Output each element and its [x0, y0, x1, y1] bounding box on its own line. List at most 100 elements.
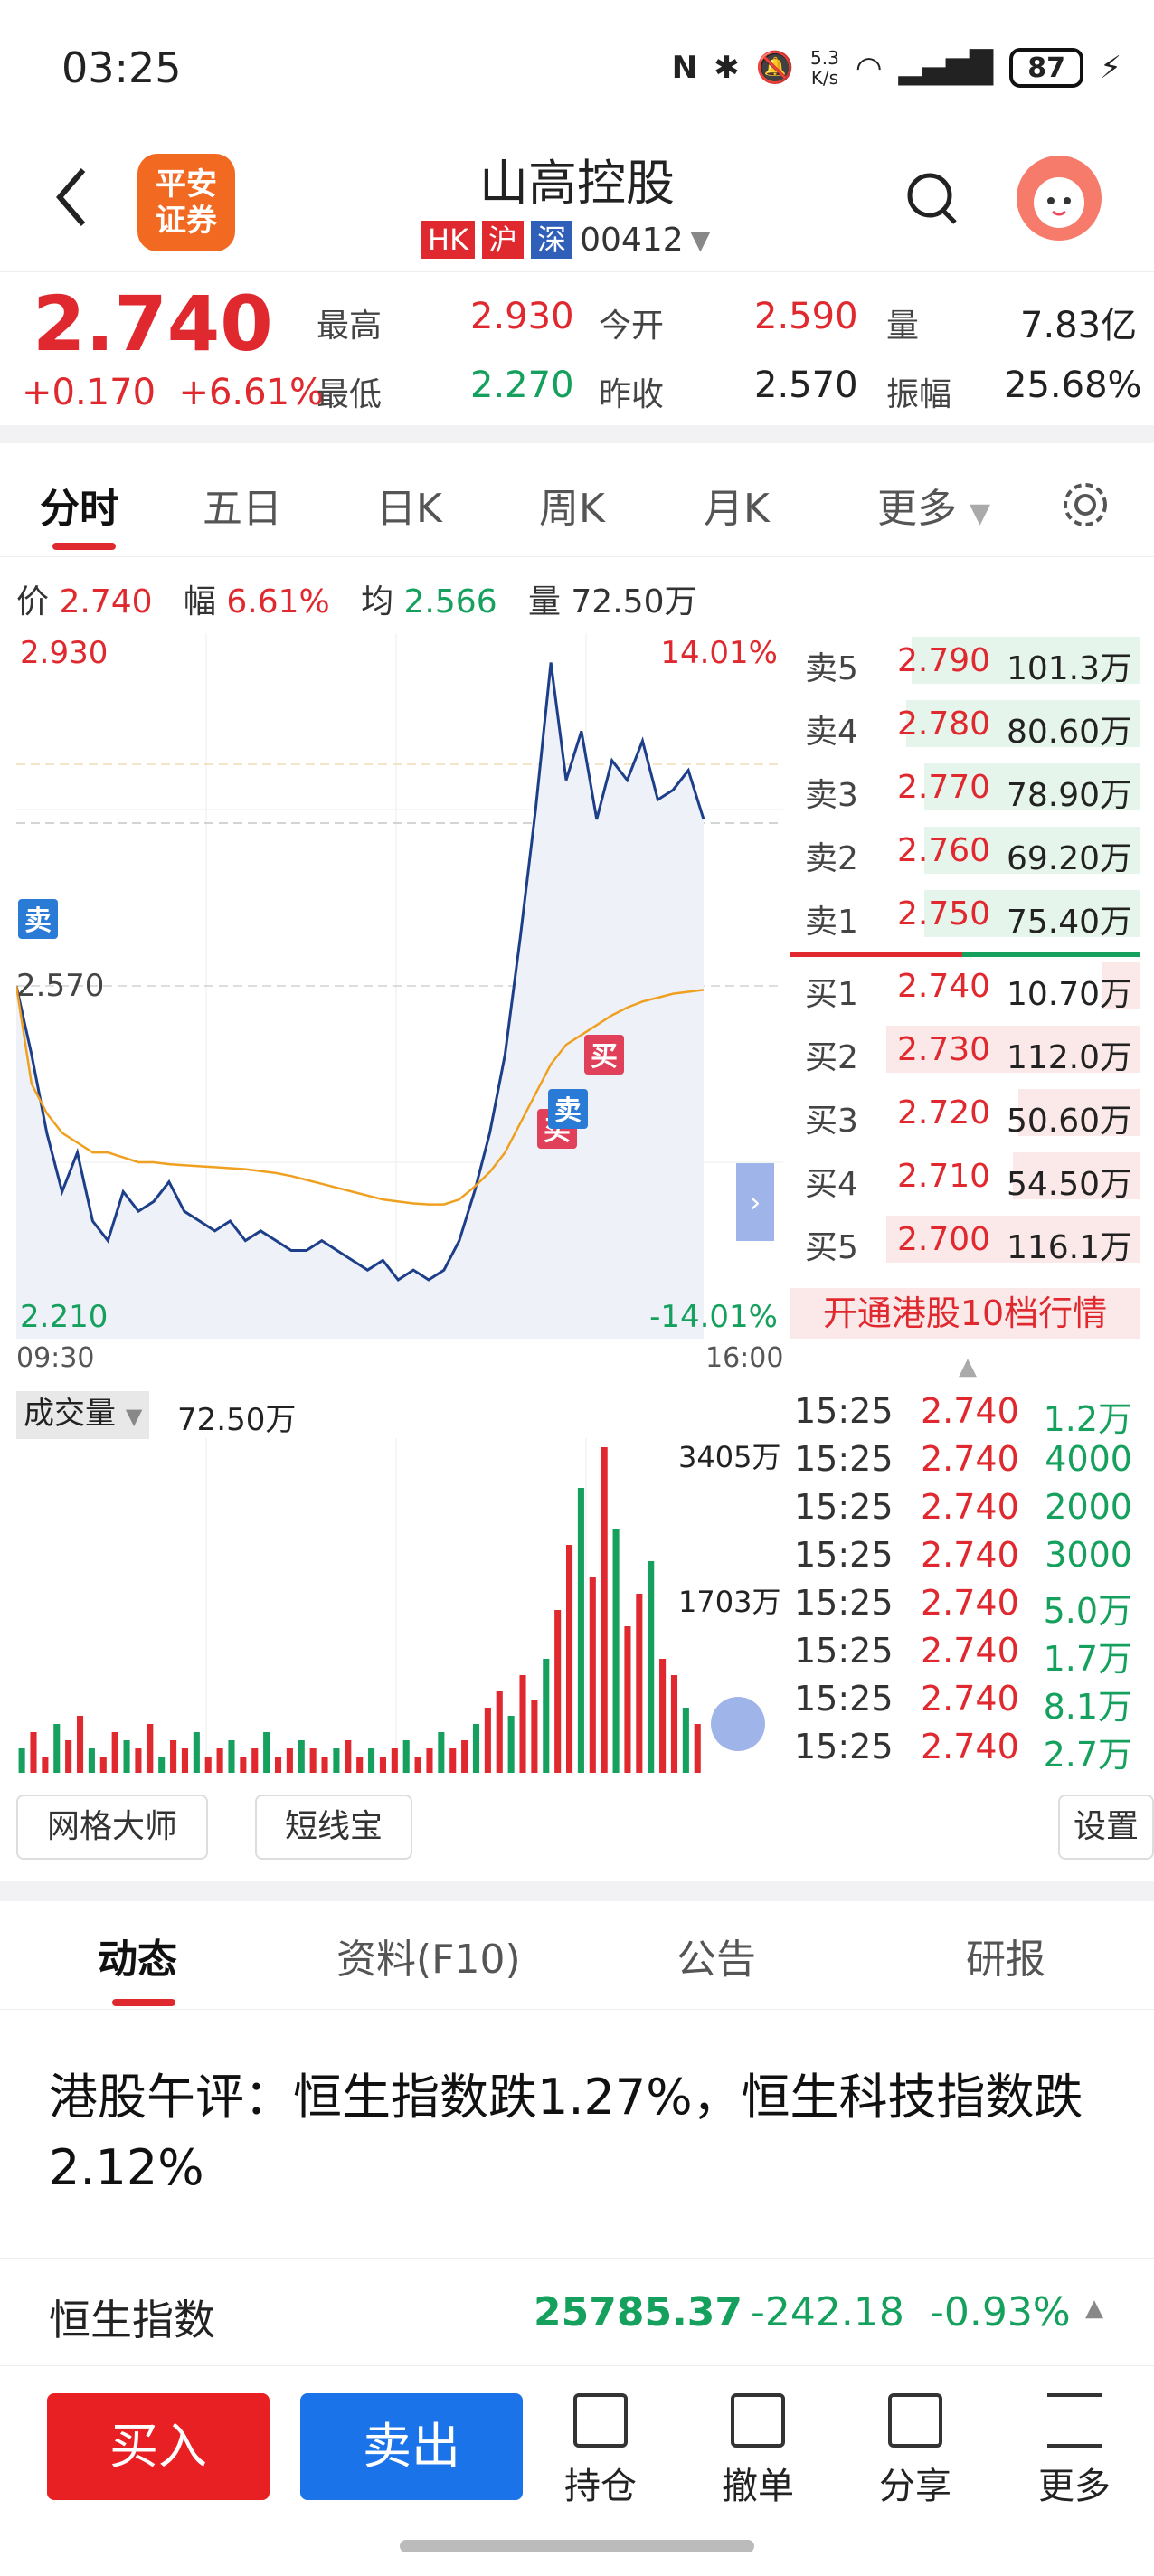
x-start-label: 09:30 [16, 1342, 95, 1374]
ask-row[interactable]: 卖2 2.760 69.20万 [790, 823, 1140, 877]
chevron-right-icon[interactable]: › [736, 1163, 774, 1241]
last-price: 2.740 [33, 279, 273, 368]
status-icons: N ✱ 🔕 5.3 K/s ◠ ▂▄▆█ 87 ⚡ [672, 48, 1121, 88]
level-volume: 101.3万 [1006, 650, 1132, 687]
active-tab-indicator [52, 543, 116, 550]
volume-bar [18, 1748, 25, 1773]
status-time: 03:25 [61, 43, 182, 92]
more-button[interactable]: 更多 [1020, 2393, 1129, 2509]
settings-button[interactable]: 设置 [1058, 1795, 1154, 1860]
chart-tabs: 分时 五日 日K 周K 月K 更多 ▼ [0, 443, 1154, 557]
tab-news[interactable]: 动态 [98, 1927, 177, 1984]
share-button[interactable]: 分享 [861, 2393, 970, 2509]
ask-row[interactable]: 卖1 2.750 75.40万 [790, 886, 1140, 941]
trade-marker-label: 卖 [24, 905, 52, 937]
index-pct: -0.93% [930, 2289, 1071, 2335]
level-label: 卖2 [805, 840, 858, 877]
grid-master-button[interactable]: 网格大师 [16, 1795, 208, 1860]
trade-time: 15:25 [794, 1583, 894, 1623]
trade-row: 15:25 2.740 1.7万 [790, 1625, 1140, 1679]
assistant-avatar-icon[interactable] [1017, 156, 1102, 241]
intraday-chart-svg[interactable]: 卖买卖买 [14, 633, 783, 1339]
volume-bar [507, 1716, 515, 1773]
trade-price: 2.740 [921, 1487, 1019, 1527]
tab-daily-k[interactable]: 日K [376, 476, 442, 534]
index-value: 25785.37 [534, 2289, 743, 2335]
volume-bar [566, 1545, 573, 1773]
sh-tag: 沪 [482, 221, 525, 259]
volume-bar [76, 1716, 84, 1773]
buy-button[interactable]: 买入 [47, 2393, 270, 2500]
ask-row[interactable]: 卖5 2.790 101.3万 [790, 633, 1140, 687]
tab-f10[interactable]: 资料(F10) [336, 1927, 521, 1984]
trade-price: 2.740 [921, 1391, 1019, 1431]
intraday-chart[interactable]: 卖买卖买 2.930 2.570 2.210 14.01% -14.01% › [14, 633, 783, 1339]
volume-bar [438, 1732, 445, 1773]
trade-row: 15:25 2.740 4000 [790, 1434, 1140, 1481]
cancel-order-button[interactable]: 撤单 [704, 2393, 812, 2509]
volume-bar [111, 1732, 118, 1773]
divider [0, 1881, 1154, 1901]
trade-volume: 2.7万 [1043, 1735, 1132, 1775]
home-indicator[interactable] [400, 2540, 754, 2552]
stock-code: 00412 [580, 221, 684, 259]
volume-bar [426, 1748, 433, 1773]
trade-row: 15:25 2.740 8.1万 [790, 1673, 1140, 1727]
gear-icon[interactable] [1060, 479, 1111, 530]
bid-row[interactable]: 买5 2.700 116.1万 [790, 1212, 1140, 1266]
level-volume: 54.50万 [1006, 1166, 1132, 1203]
trade-row: 15:25 2.740 3000 [790, 1530, 1140, 1577]
stock-code-line[interactable]: HK 沪 深 00412 ▼ [421, 221, 710, 259]
tab-five-day[interactable]: 五日 [203, 476, 282, 534]
short-line-button[interactable]: 短线宝 [255, 1795, 412, 1860]
bid-row[interactable]: 买3 2.720 50.60万 [790, 1085, 1140, 1140]
ask-row[interactable]: 卖3 2.770 78.90万 [790, 760, 1140, 814]
volume-indicator-select[interactable]: 成交量 ▼ [16, 1391, 150, 1439]
tab-research[interactable]: 研报 [966, 1927, 1045, 1984]
tab-intraday[interactable]: 分时 [40, 476, 119, 534]
tab-monthly-k[interactable]: 月K [704, 476, 770, 534]
level-price: 2.770 [897, 769, 991, 806]
high-label: 最高 [317, 308, 383, 345]
trade-price: 2.740 [921, 1535, 1019, 1575]
bid-row[interactable]: 买4 2.710 54.50万 [790, 1149, 1140, 1203]
volume-bar [391, 1748, 398, 1773]
volume-bar [158, 1757, 166, 1773]
volume-bar [379, 1757, 386, 1773]
bluetooth-icon: ✱ [714, 50, 740, 86]
volume-bar [193, 1732, 200, 1773]
trade-row: 15:25 2.740 5.0万 [790, 1577, 1140, 1631]
wifi-icon: ◠ [855, 50, 883, 86]
search-icon[interactable] [904, 170, 960, 230]
volume-bar [286, 1748, 293, 1773]
holdings-button[interactable]: 持仓 [546, 2393, 655, 2509]
volume-bar [531, 1700, 538, 1773]
active-tab-indicator [112, 1999, 175, 2006]
volume-bar [368, 1748, 375, 1773]
news-headline[interactable]: 港股午评：恒生指数跌1.27%，恒生科技指数跌2.12% [49, 2062, 1089, 2203]
level-volume: 10.70万 [1006, 976, 1132, 1013]
level-price: 2.710 [897, 1158, 991, 1195]
trade-marker-label: 买 [591, 1041, 618, 1073]
trade-marker-label: 卖 [554, 1095, 582, 1127]
volume-bar [170, 1740, 177, 1773]
upgrade-level2-link[interactable]: 开通港股10档行情 [790, 1288, 1140, 1339]
volume-bar [333, 1748, 340, 1773]
tab-weekly-k[interactable]: 周K [539, 476, 605, 534]
fullscreen-icon[interactable] [711, 1697, 765, 1751]
bid-row[interactable]: 买2 2.730 112.0万 [790, 1022, 1140, 1076]
level-label: 买1 [805, 976, 858, 1013]
volume-bar [624, 1626, 631, 1773]
y-max-label: 2.930 [20, 635, 109, 671]
ask-row[interactable]: 卖4 2.780 80.60万 [790, 696, 1140, 751]
bid-row[interactable]: 买1 2.740 10.70万 [790, 959, 1140, 1013]
index-ticker[interactable]: 恒生指数 25785.37 -242.18 -0.93% ▲ [0, 2258, 1154, 2366]
volume-bar [402, 1740, 410, 1773]
volume-bar [659, 1659, 667, 1773]
chevron-up-icon[interactable]: ▲ [959, 1353, 977, 1380]
level-volume: 80.60万 [1006, 714, 1132, 751]
tab-more[interactable]: 更多 ▼ [877, 476, 990, 534]
sell-button[interactable]: 卖出 [300, 2393, 523, 2500]
chart-info-line: 价 2.740 幅 6.61% 均 2.566 量 72.50万 [16, 583, 697, 620]
tab-announcements[interactable]: 公告 [676, 1927, 756, 1984]
